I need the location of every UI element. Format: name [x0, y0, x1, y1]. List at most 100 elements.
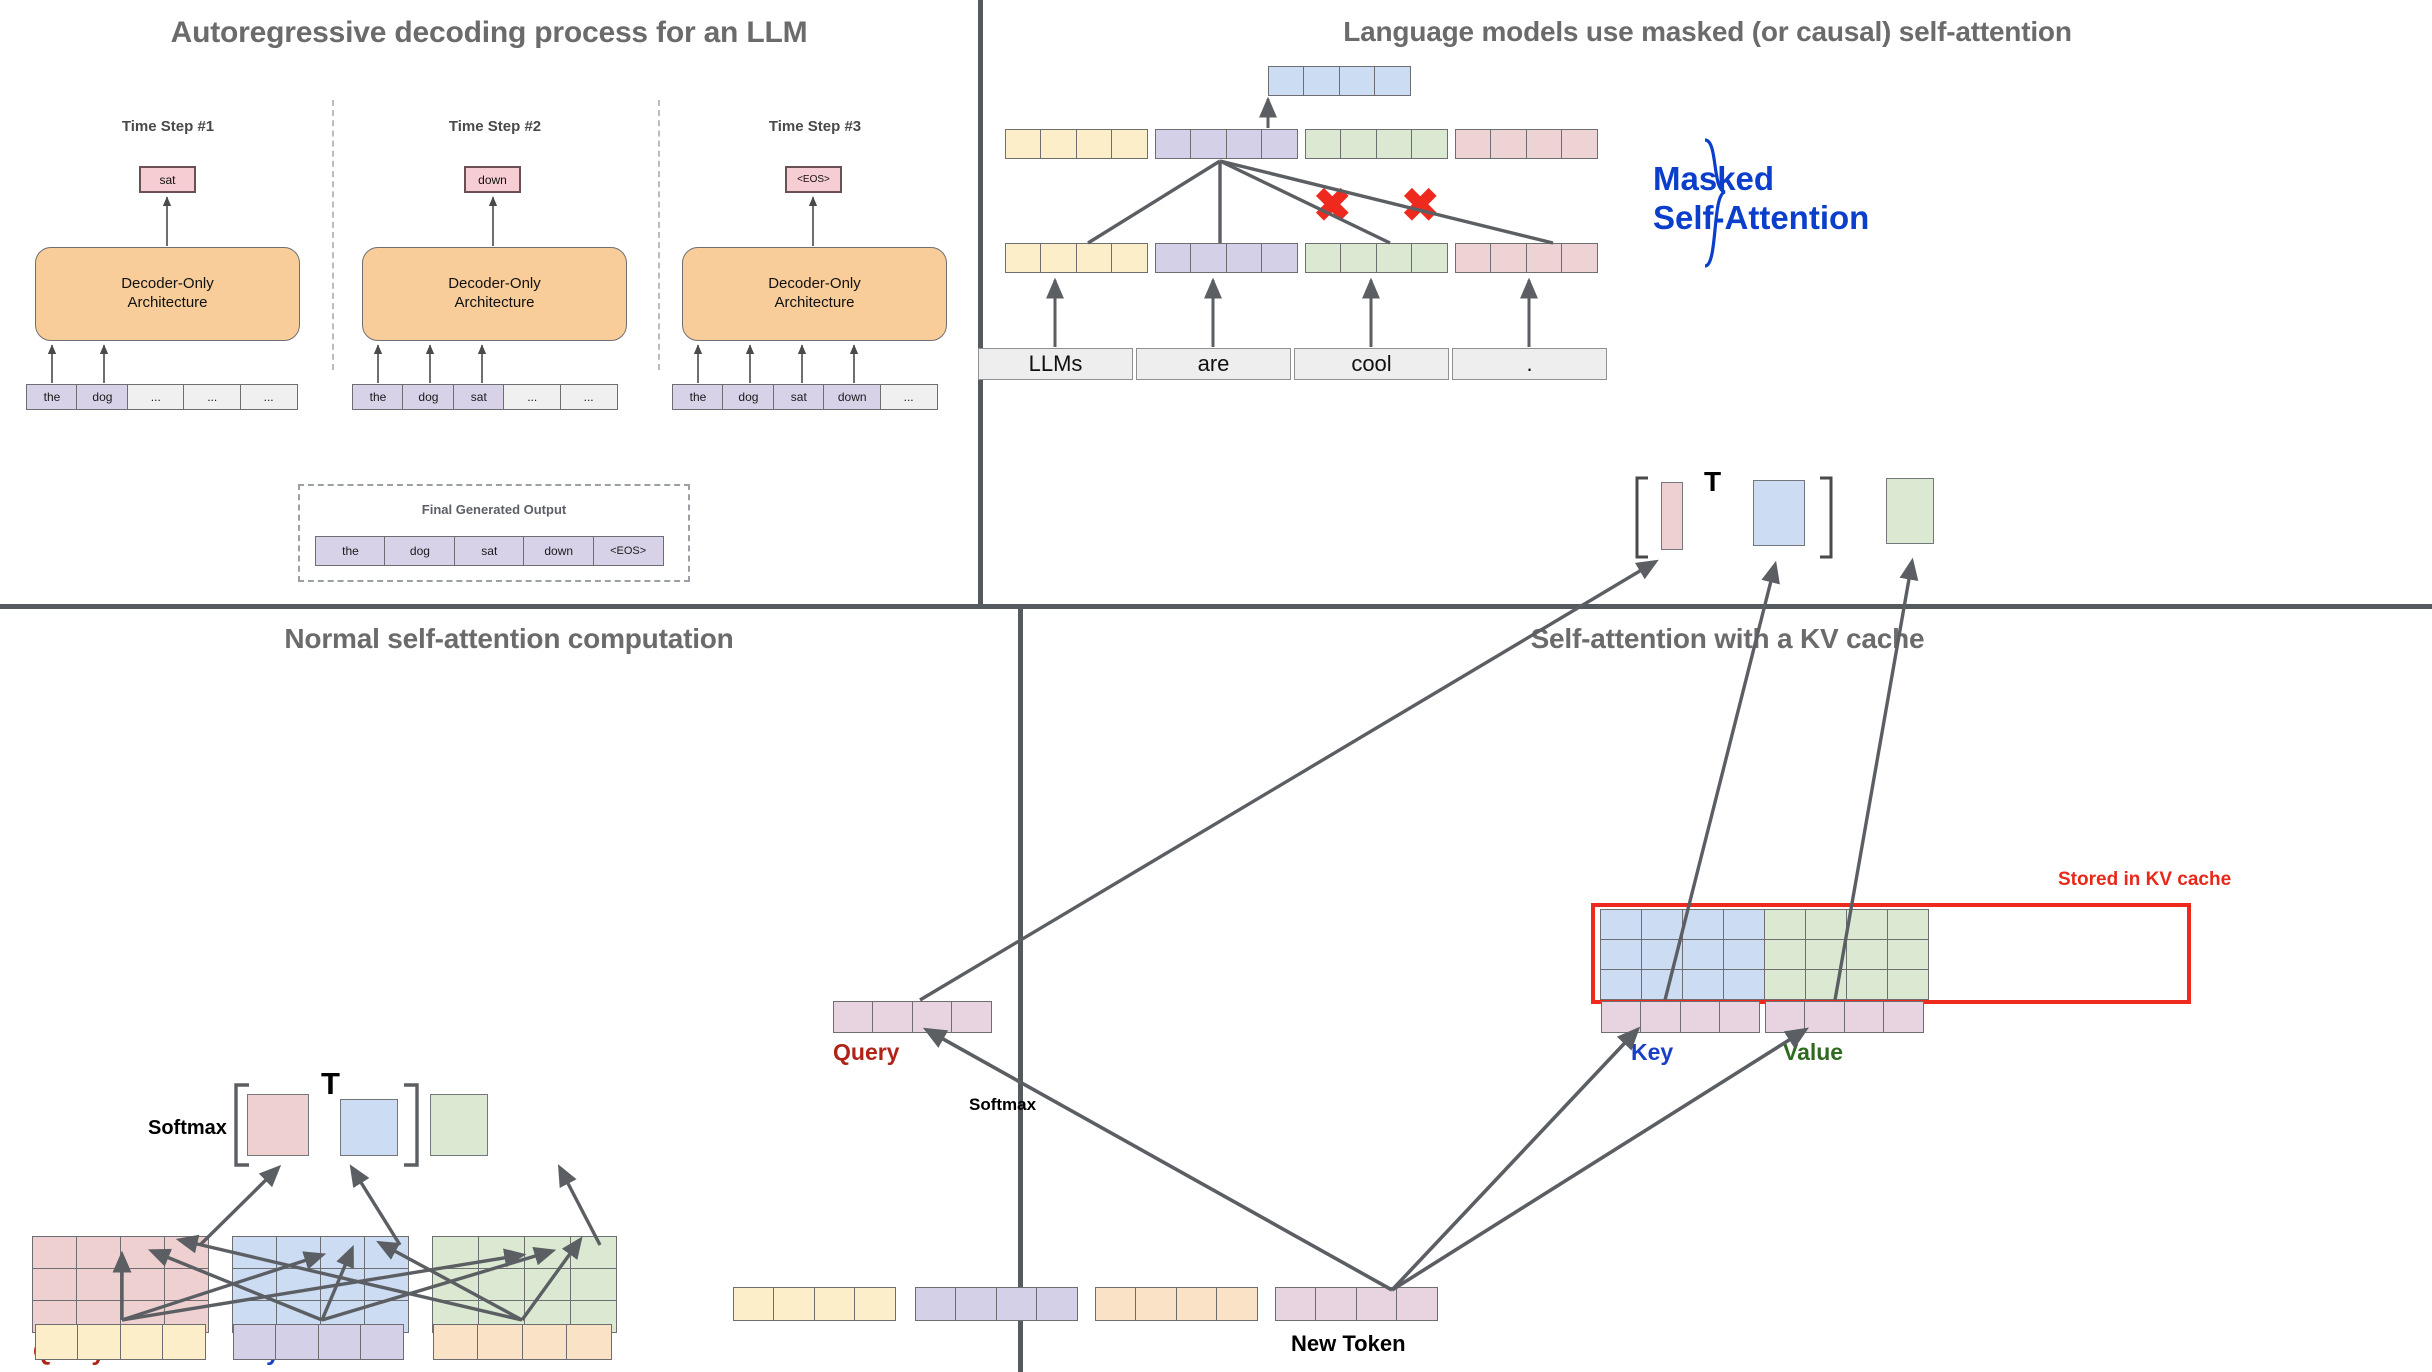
- step-2-decoder-block: Decoder-Only Architecture: [362, 247, 627, 341]
- vector-cell: [1525, 129, 1563, 159]
- vector-cell: [1355, 1287, 1398, 1321]
- token-cell: ...: [879, 384, 938, 410]
- step-3-input-strip: the dog sat down ...: [672, 384, 938, 410]
- step-1-decoder-block: Decoder-Only Architecture: [35, 247, 300, 341]
- mask-x-icon-2: ✖: [1401, 179, 1440, 231]
- vector-cell: [1190, 129, 1228, 159]
- matrix-cell: [1764, 909, 1806, 940]
- vector-cell: [1396, 1287, 1439, 1321]
- vector-cell: [1261, 243, 1299, 273]
- matrix-cell: [1846, 969, 1888, 1000]
- vector-cell: [477, 1324, 524, 1360]
- token-cell: ...: [559, 384, 618, 410]
- vector-cell: [1040, 243, 1078, 273]
- token-cell: ...: [183, 384, 242, 410]
- vector-cell: [162, 1324, 207, 1360]
- step-separator-2: [658, 100, 660, 370]
- token-cell: dog: [722, 384, 775, 410]
- matrix-cell: [432, 1268, 479, 1301]
- matrix-cell: [1641, 909, 1683, 940]
- matrix-cell: [120, 1268, 165, 1301]
- vector-cell: [1765, 1001, 1806, 1033]
- decoder-label-line1: Decoder-Only: [768, 275, 861, 293]
- matrix-cell: [1887, 969, 1929, 1000]
- vector-cell: [1305, 243, 1342, 273]
- token-cell: ...: [503, 384, 562, 410]
- decoder-label-line1: Decoder-Only: [448, 275, 541, 293]
- vector-cell: [1315, 1287, 1358, 1321]
- decoder-label-line2: Architecture: [127, 294, 208, 311]
- vector-cell: [915, 1287, 957, 1321]
- input-strip-token2: [233, 1324, 405, 1360]
- matrix-cell: [1846, 909, 1888, 940]
- lower-vector-llms: [1005, 243, 1149, 273]
- vector-cell: [317, 1324, 362, 1360]
- vector-cell: [1340, 243, 1378, 273]
- softmax-value-square-kv: [1886, 478, 1934, 544]
- upper-vector-llms: [1005, 129, 1149, 159]
- transpose-symbol-kv: T: [1704, 466, 1722, 497]
- query-new-token-row: [833, 1001, 993, 1033]
- vector-cell: [360, 1324, 405, 1360]
- final-output-label: Final Generated Output: [421, 502, 567, 517]
- query-label-kv: Query: [833, 1039, 900, 1065]
- matrix-cell: [1723, 939, 1765, 970]
- vector-cell: [1216, 1287, 1259, 1321]
- key-cache-matrix: [1600, 909, 1765, 1000]
- value-matrix: [432, 1236, 617, 1333]
- input-strip-token3: [433, 1324, 613, 1360]
- vector-cell: [275, 1324, 320, 1360]
- matrix-cell: [1805, 909, 1847, 940]
- step-3-output-token: <EOS>: [785, 166, 842, 193]
- vector-cell: [1375, 243, 1413, 273]
- token-cell: ...: [239, 384, 298, 410]
- matrix-cell: [164, 1236, 209, 1269]
- vector-cell: [1111, 129, 1149, 159]
- masked-self-attention-label: Masked Self-Attention: [1653, 160, 1869, 238]
- vector-cell: [1490, 243, 1528, 273]
- final-output-container: [298, 484, 690, 582]
- vector-cell: [1111, 243, 1149, 273]
- output-vector: [1268, 66, 1412, 96]
- kv-input-strip-3: [1095, 1287, 1259, 1321]
- matrix-cell: [1764, 939, 1806, 970]
- matrix-cell: [1887, 909, 1929, 940]
- step-2-input-strip: the dog sat ... ...: [352, 384, 618, 410]
- vector-cell: [1135, 1287, 1178, 1321]
- matrix-cell: [1600, 909, 1642, 940]
- token-cell: sat: [452, 384, 505, 410]
- vector-cell: [1525, 243, 1563, 273]
- upper-vector-cool: [1305, 129, 1449, 159]
- final-token-cell: <EOS>: [592, 536, 664, 566]
- matrix-cell: [276, 1236, 321, 1269]
- vector-cell: [1075, 243, 1113, 273]
- mask-x-icon-1: ✖: [1313, 179, 1352, 231]
- vector-cell: [1375, 129, 1413, 159]
- vector-cell: [1268, 66, 1305, 96]
- panel-autoregressive-decoding: Autoregressive decoding process for an L…: [0, 0, 978, 604]
- panel-normal-self-attention: Normal self-attention computation Softma…: [0, 609, 1018, 1372]
- softmax-key-square: [340, 1099, 398, 1156]
- vector-cell: [1804, 1001, 1846, 1033]
- token-cell: down: [823, 384, 882, 410]
- time-step-1-label: Time Step #1: [121, 118, 215, 135]
- vector-cell: [1561, 243, 1599, 273]
- vector-cell: [955, 1287, 998, 1321]
- matrix-cell: [1805, 969, 1847, 1000]
- vector-cell: [1305, 129, 1342, 159]
- vector-cell: [35, 1324, 79, 1360]
- vector-cell: [1075, 129, 1113, 159]
- vector-cell: [1095, 1287, 1137, 1321]
- final-token-cell: down: [523, 536, 595, 566]
- word-box-period: .: [1452, 348, 1607, 380]
- step-1-input-strip: the dog ... ... ...: [26, 384, 298, 410]
- vector-cell: [433, 1324, 479, 1360]
- softmax-query-bar-kv: [1661, 482, 1683, 550]
- decoder-label-line1: Decoder-Only: [121, 275, 214, 293]
- word-box-cool: cool: [1294, 348, 1449, 380]
- decoder-label-line2: Architecture: [774, 294, 855, 311]
- upper-vector-period: [1455, 129, 1599, 159]
- word-box-are: are: [1136, 348, 1291, 380]
- kv-input-strip-1: [733, 1287, 897, 1321]
- softmax-label-normal: Softmax: [148, 1117, 227, 1139]
